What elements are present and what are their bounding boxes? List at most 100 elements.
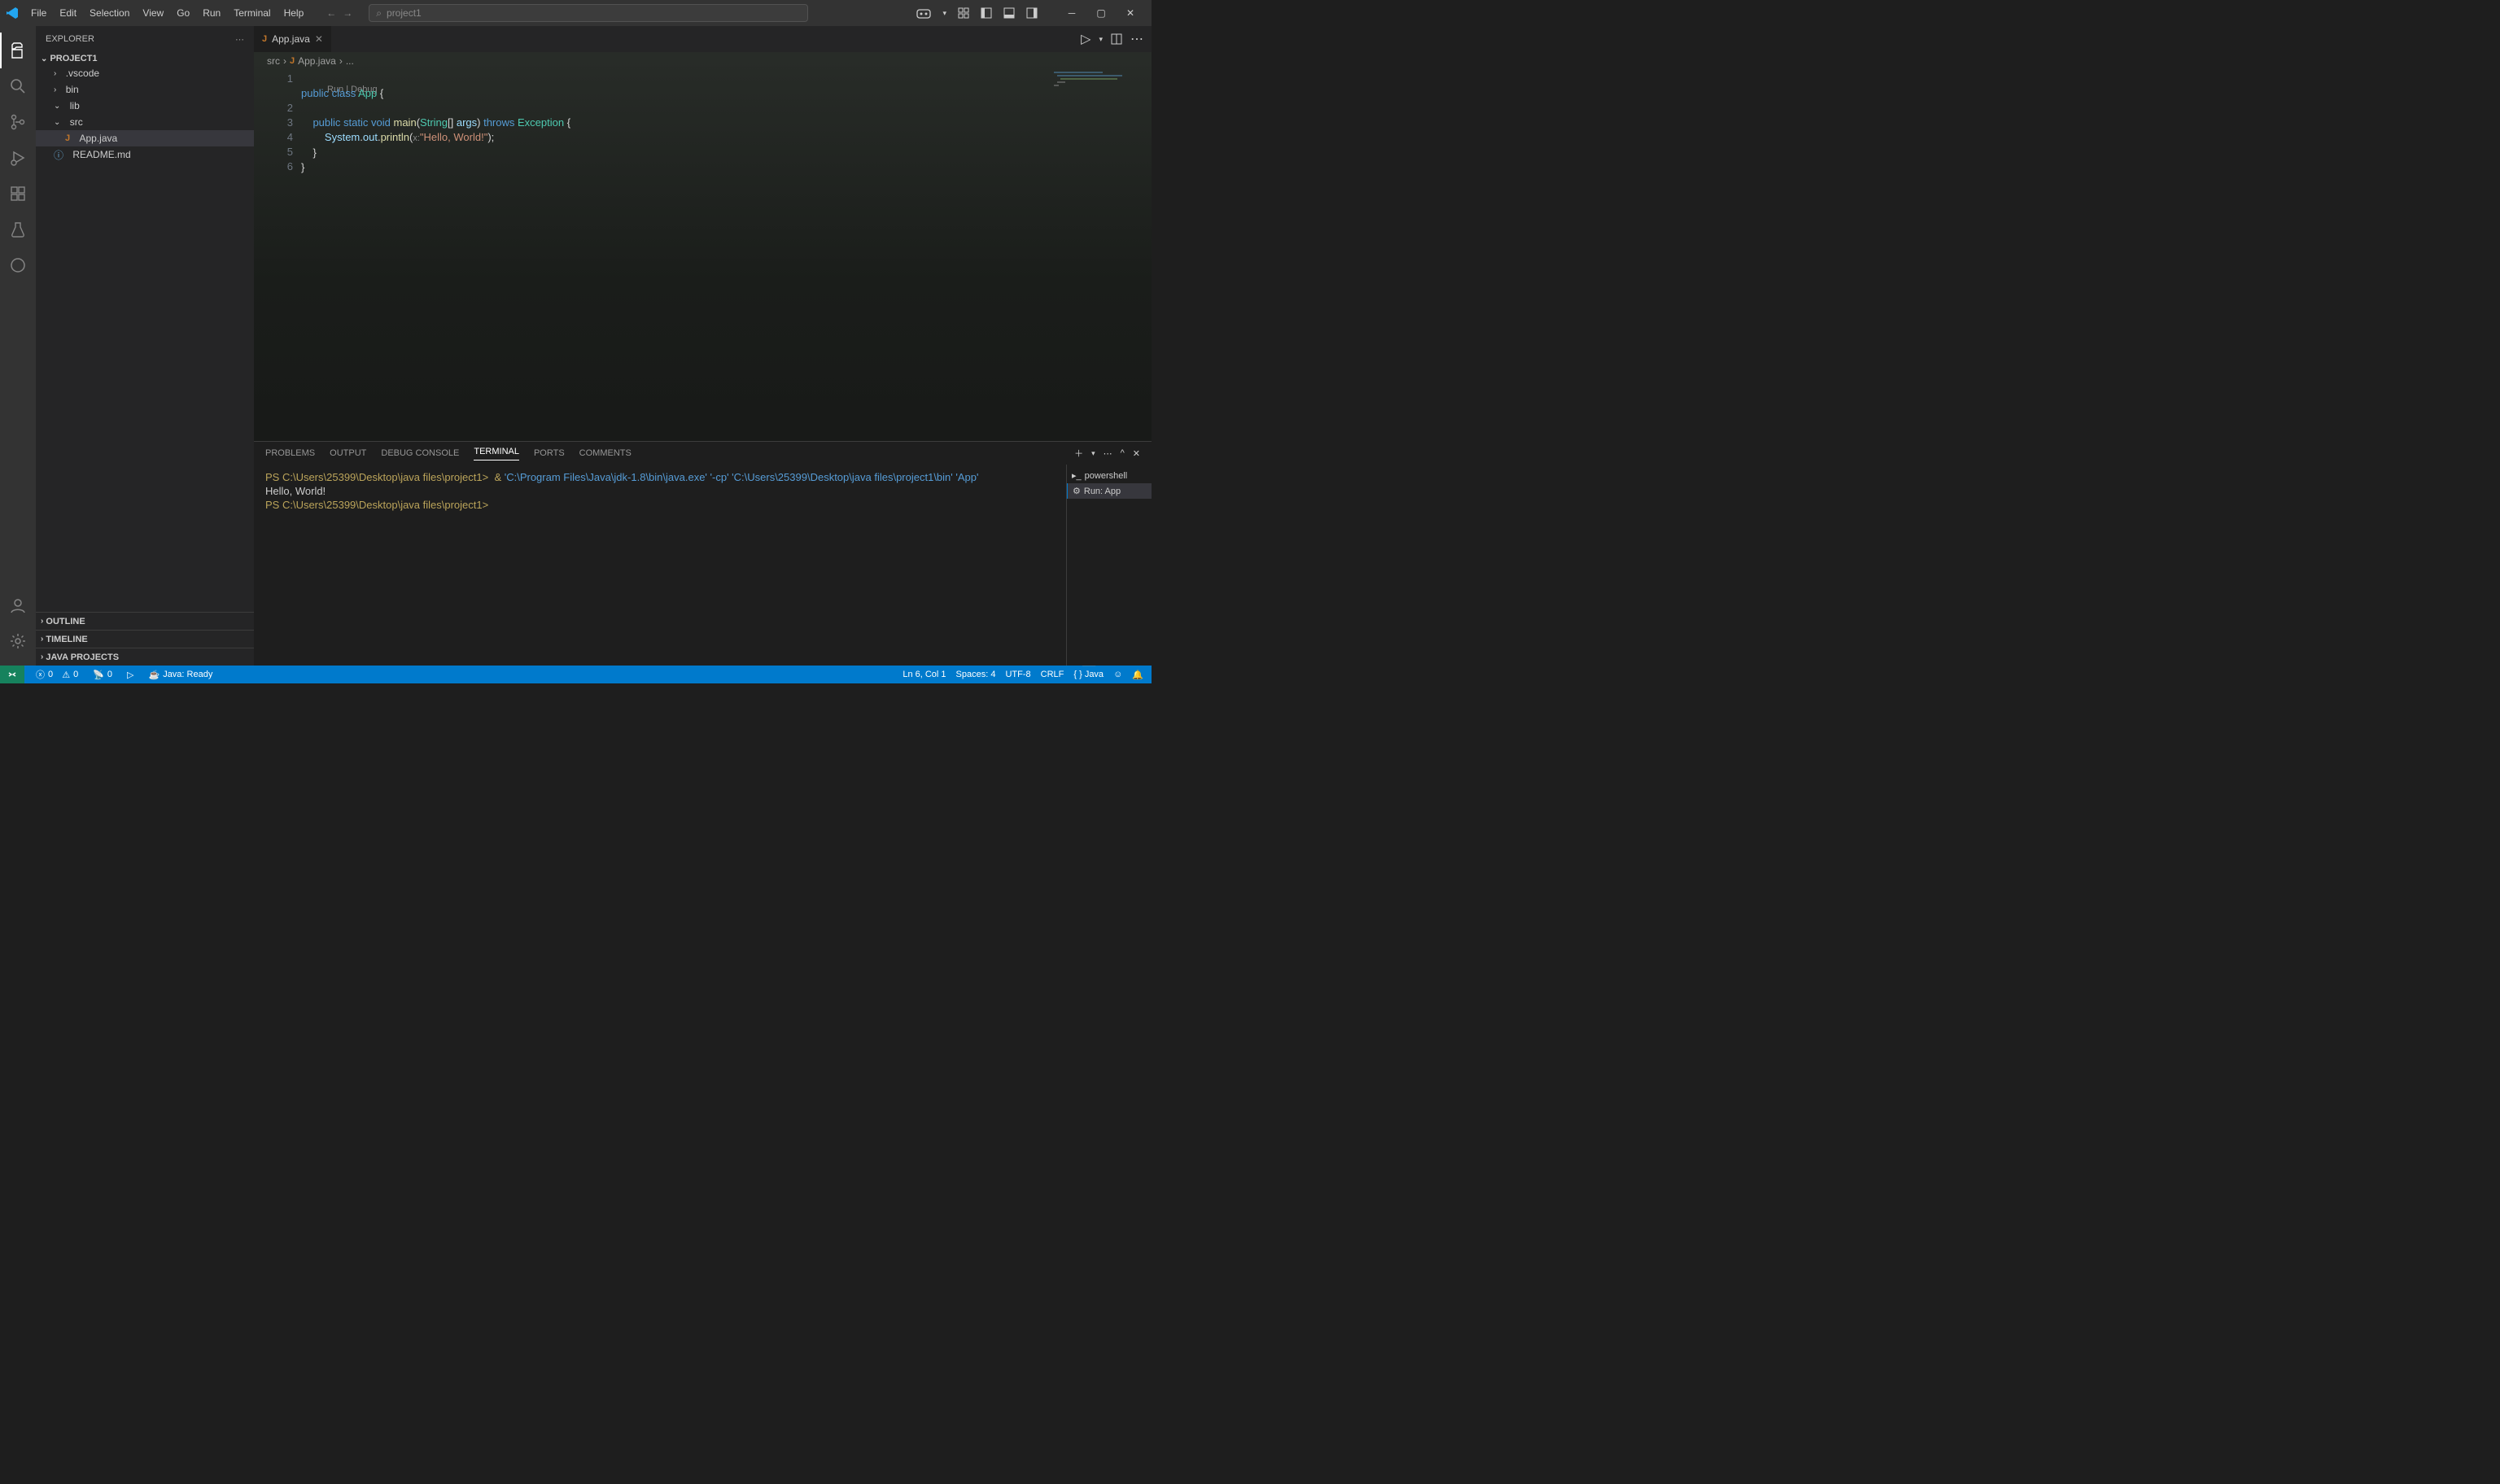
status-encoding[interactable]: UTF-8 xyxy=(1005,670,1030,679)
file-app-java[interactable]: J App.java xyxy=(36,130,254,146)
status-errors[interactable]: ⓧ0 ⚠0 xyxy=(33,668,81,681)
section-java-projects[interactable]: › JAVA PROJECTS xyxy=(36,648,254,666)
folder-vscode[interactable]: › .vscode xyxy=(36,65,254,81)
layout-panel-icon[interactable] xyxy=(1003,7,1015,19)
copilot-icon[interactable] xyxy=(916,7,931,20)
panel-tab-problems[interactable]: PROBLEMS xyxy=(265,448,315,458)
status-language[interactable]: { } Java xyxy=(1073,670,1104,679)
activity-extensions[interactable] xyxy=(0,176,36,212)
split-editor-icon[interactable] xyxy=(1111,33,1122,45)
terminal-more-icon[interactable]: ⋯ xyxy=(1104,448,1112,459)
terminal-item-powershell[interactable]: ▸_powershell xyxy=(1067,468,1152,483)
command-center[interactable]: ⌕ project1 xyxy=(369,4,808,22)
activity-scm[interactable] xyxy=(0,104,36,140)
panel-tab-comments[interactable]: COMMENTS xyxy=(579,448,632,458)
section-timeline[interactable]: › TIMELINE xyxy=(36,630,254,648)
panel-tab-debug-console[interactable]: DEBUG CONSOLE xyxy=(381,448,459,458)
nav-forward[interactable]: → xyxy=(343,7,352,19)
minimize-button[interactable]: ─ xyxy=(1057,0,1086,26)
chevron-right-icon: › xyxy=(283,55,286,67)
terminal-item-run-app[interactable]: ⚙Run: App xyxy=(1067,483,1152,499)
vscode-logo xyxy=(0,7,24,20)
terminal-prompt: PS C:\Users\25399\Desktop\java files\pro… xyxy=(265,499,492,511)
activity-search[interactable] xyxy=(0,68,36,104)
chevron-right-icon: › xyxy=(339,55,343,67)
menu-edit[interactable]: Edit xyxy=(53,0,83,26)
menu-go[interactable]: Go xyxy=(170,0,196,26)
java-file-icon: J xyxy=(65,133,70,143)
run-button[interactable]: ▷ xyxy=(1081,31,1090,47)
terminal-prompt: PS C:\Users\25399\Desktop\java files\pro… xyxy=(265,471,505,483)
terminal-icon: ▸_ xyxy=(1072,470,1082,481)
menu-selection[interactable]: Selection xyxy=(83,0,136,26)
status-ports[interactable]: 📡0 xyxy=(90,670,116,680)
new-terminal-icon[interactable]: ＋ xyxy=(1074,447,1083,460)
panel-tab-output[interactable]: OUTPUT xyxy=(330,448,366,458)
info-file-icon: ⓘ xyxy=(54,148,63,162)
status-lncol[interactable]: Ln 6, Col 1 xyxy=(903,670,946,679)
project-header[interactable]: ⌄ PROJECT1 xyxy=(36,52,254,65)
menu-run[interactable]: Run xyxy=(196,0,227,26)
minimap[interactable] xyxy=(1054,70,1152,103)
debug-icon: ▷ xyxy=(127,670,133,680)
section-outline[interactable]: › OUTLINE xyxy=(36,612,254,630)
breadcrumbs[interactable]: src › J App.java › ... xyxy=(254,52,1152,70)
menu-file[interactable]: File xyxy=(24,0,53,26)
remote-button[interactable] xyxy=(0,666,24,683)
tab-close-icon[interactable]: ✕ xyxy=(315,33,323,45)
java-file-icon: J xyxy=(290,56,295,66)
line-gutter: 1 2 3 4 5 6 xyxy=(254,70,293,174)
close-button[interactable]: ✕ xyxy=(1116,0,1145,26)
nav-back[interactable]: ← xyxy=(326,7,336,19)
activity-explorer[interactable] xyxy=(0,33,36,68)
panel-close-icon[interactable]: ✕ xyxy=(1133,448,1140,459)
code-editor[interactable]: 1 2 3 4 5 6 Run | Debug public class App… xyxy=(254,70,1152,441)
terminal-list: ▸_powershell ⚙Run: App xyxy=(1066,465,1152,666)
maximize-button[interactable]: ▢ xyxy=(1086,0,1116,26)
panel-tab-terminal[interactable]: TERMINAL xyxy=(474,447,519,460)
search-icon: ⌕ xyxy=(376,7,382,20)
activity-settings[interactable] xyxy=(0,623,36,659)
run-dropdown-icon[interactable]: ▾ xyxy=(1099,35,1103,44)
terminal-dropdown-icon[interactable]: ▾ xyxy=(1091,449,1095,458)
tab-app-java[interactable]: J App.java ✕ xyxy=(254,26,332,52)
explorer-more-icon[interactable]: ⋯ xyxy=(235,34,244,45)
menu-terminal[interactable]: Terminal xyxy=(227,0,277,26)
section-label: OUTLINE xyxy=(46,617,85,626)
title-bar: File Edit Selection View Go Run Terminal… xyxy=(0,0,1152,26)
status-bell-icon[interactable]: 🔔 xyxy=(1132,670,1143,680)
error-icon: ⓧ xyxy=(36,668,45,681)
menu-help[interactable]: Help xyxy=(278,0,311,26)
layout-customize-icon[interactable] xyxy=(958,7,969,19)
breadcrumb-more[interactable]: ... xyxy=(346,55,354,67)
breadcrumb-src[interactable]: src xyxy=(267,55,280,67)
gear-icon: ⚙ xyxy=(1073,486,1081,496)
folder-bin[interactable]: › bin xyxy=(36,81,254,98)
status-debug[interactable]: ▷ xyxy=(124,670,137,680)
file-readme[interactable]: ⓘ README.md xyxy=(36,146,254,163)
panel-tab-ports[interactable]: PORTS xyxy=(534,448,565,458)
breadcrumb-file[interactable]: App.java xyxy=(298,55,336,67)
menu-view[interactable]: View xyxy=(136,0,170,26)
status-eol[interactable]: CRLF xyxy=(1041,670,1064,679)
folder-lib[interactable]: ⌄ lib xyxy=(36,98,254,114)
status-feedback-icon[interactable]: ☺ xyxy=(1113,670,1122,679)
activity-debug[interactable] xyxy=(0,140,36,176)
chevron-down-icon[interactable]: ▾ xyxy=(942,9,946,18)
status-java[interactable]: ☕Java: Ready xyxy=(145,670,216,680)
activity-account[interactable] xyxy=(0,587,36,623)
editor-more-icon[interactable]: ⋯ xyxy=(1130,31,1143,47)
activity-testing[interactable] xyxy=(0,212,36,247)
activity-extra[interactable] xyxy=(0,247,36,283)
explorer-title: EXPLORER xyxy=(46,34,94,44)
panel-maximize-icon[interactable]: ^ xyxy=(1121,448,1125,458)
layout-sidebar-right-icon[interactable] xyxy=(1026,7,1038,19)
terminal-command: 'C:\Program Files\Java\jdk-1.8\bin\java.… xyxy=(505,471,979,483)
terminal-output[interactable]: PS C:\Users\25399\Desktop\java files\pro… xyxy=(254,465,1066,666)
layout-sidebar-left-icon[interactable] xyxy=(981,7,992,19)
status-spaces[interactable]: Spaces: 4 xyxy=(956,670,996,679)
java-file-icon: J xyxy=(262,34,267,44)
folder-src[interactable]: ⌄ src xyxy=(36,114,254,130)
folder-label: lib xyxy=(70,100,80,111)
section-label: JAVA PROJECTS xyxy=(46,653,119,662)
